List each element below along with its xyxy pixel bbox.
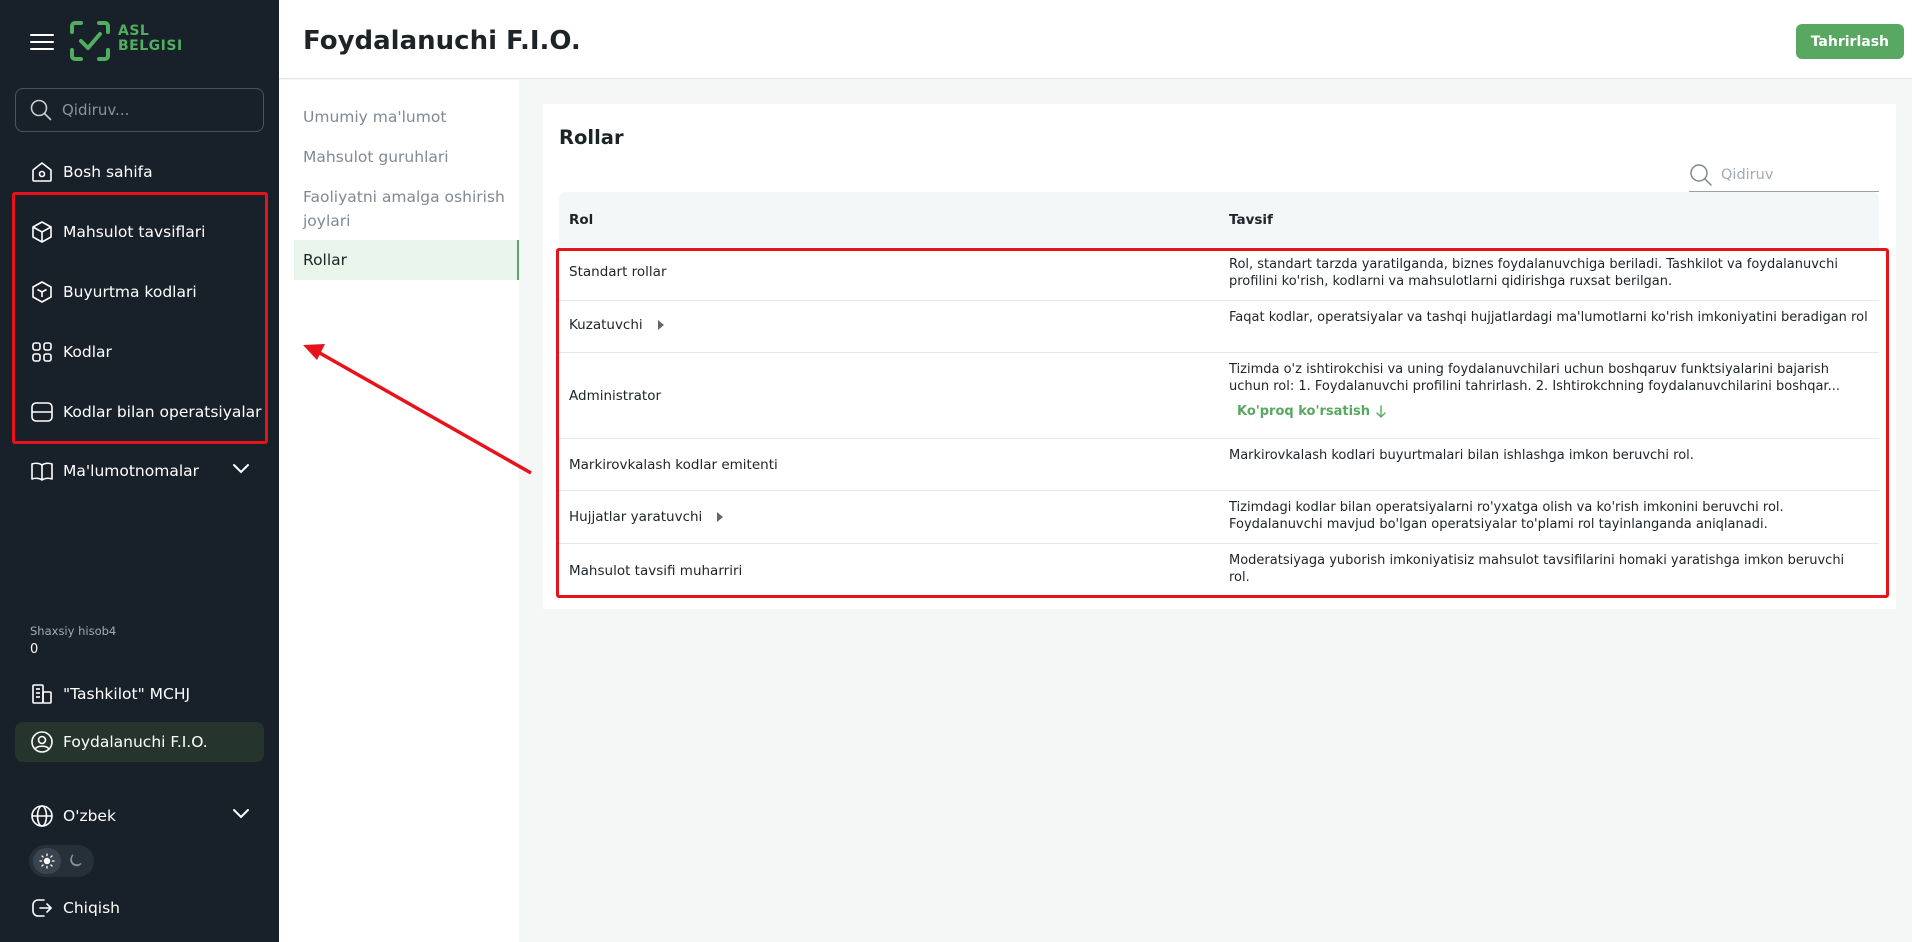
building-icon: [29, 681, 55, 707]
arrow-down-icon: [1376, 404, 1386, 418]
roles-search[interactable]: [1689, 158, 1879, 192]
sidebar-item-user[interactable]: Foydalanuchi F.I.O.: [15, 722, 264, 762]
table-row[interactable]: Markirovkalash kodlar emitenti Markirovk…: [559, 439, 1879, 491]
subnav-item-product-groups[interactable]: Mahsulot guruhlari: [294, 145, 519, 169]
theme-toggle[interactable]: [29, 845, 94, 877]
role-name: Kuzatuvchi: [569, 317, 665, 333]
profile-subnav: Umumiy ma'lumot Mahsulot guruhlari Faoli…: [279, 80, 519, 942]
edit-button[interactable]: Tahrirlash: [1795, 24, 1904, 59]
table-header: Rol Tavsif: [559, 192, 1879, 247]
role-name-text: Administrator: [569, 388, 662, 404]
sidebar-item-code-operations[interactable]: Kodlar bilan operatsiyalar: [15, 392, 264, 432]
qr-scan-icon: [29, 339, 55, 365]
sidebar-item-references[interactable]: Ma'lumotnomalar: [15, 451, 264, 491]
role-description: Markirovkalash kodlari buyurtmalari bila…: [1229, 448, 1694, 463]
table-row[interactable]: Kuzatuvchi Faqat kodlar, operatsiyalar v…: [559, 301, 1879, 353]
moon-icon[interactable]: [61, 848, 89, 874]
role-description: Tizimda o'z ishtirokchisi va uning foyda…: [1229, 361, 1869, 420]
role-description: Faqat kodlar, operatsiyalar va tashqi hu…: [1229, 310, 1868, 325]
sidebar-item-codes[interactable]: Kodlar: [15, 332, 264, 372]
show-more-label: Ko'proq ko'rsatish: [1237, 404, 1371, 419]
role-name: Administrator: [569, 388, 661, 404]
logout-label: Chiqish: [63, 899, 120, 917]
sidebar-item-label: "Tashkilot" MCHJ: [63, 685, 191, 703]
sidebar-item-product-descriptions[interactable]: Mahsulot tavsiflari: [15, 212, 264, 252]
logo: ASL BELGISI: [69, 20, 189, 66]
search-icon: [30, 99, 52, 121]
subnav-item-activity-places[interactable]: Faoliyatni amalga oshirish joylari: [294, 185, 519, 233]
role-description-text: Tizimda o'z ishtirokchisi va uning foyda…: [1229, 362, 1840, 394]
role-name-text: Standart rollar: [569, 264, 667, 280]
logo-line2: BELGISI: [118, 38, 183, 54]
table-row[interactable]: Hujjatlar yaratuvchi Tizimdagi kodlar bi…: [559, 491, 1879, 544]
caret-right-icon[interactable]: [657, 320, 665, 330]
table-row[interactable]: Administrator Tizimda o'z ishtirokchisi …: [559, 353, 1879, 439]
sidebar-item-label: Ma'lumotnomalar: [63, 462, 200, 480]
sidebar-search[interactable]: [15, 88, 264, 132]
role-description: Rol, standart tarzda yaratilganda, bizne…: [1229, 257, 1838, 289]
column-header-role: Rol: [569, 212, 594, 228]
role-name: Standart rollar: [569, 264, 667, 280]
sidebar-item-organization[interactable]: "Tashkilot" MCHJ: [15, 674, 264, 714]
operations-icon: [29, 399, 55, 425]
logo-line1: ASL: [118, 23, 150, 39]
account-value: 0: [30, 642, 39, 657]
show-more-link[interactable]: Ko'proq ko'rsatish: [1237, 403, 1387, 420]
sidebar-item-label: Buyurtma kodlari: [63, 283, 197, 301]
page-title: Foydalanuchi F.I.O.: [303, 26, 581, 56]
role-name: Hujjatlar yaratuvchi: [569, 509, 724, 525]
roles-card: Rollar Rol Tavsif Standart rollar Rol, s…: [543, 104, 1896, 609]
sidebar-item-order-codes[interactable]: Buyurtma kodlari: [15, 272, 264, 312]
language-selector[interactable]: O'zbek: [15, 796, 264, 836]
column-header-description: Tavsif: [1229, 212, 1273, 228]
sidebar-item-label: Mahsulot tavsiflari: [63, 223, 206, 241]
box-icon: [29, 219, 55, 245]
logo-mark-icon: [70, 21, 110, 61]
logout-button[interactable]: Chiqish: [15, 888, 264, 928]
language-label: O'zbek: [63, 807, 116, 825]
sidebar-item-label: Bosh sahifa: [63, 163, 153, 181]
subnav-item-roles[interactable]: Rollar: [294, 240, 519, 280]
subnav-item-general-info[interactable]: Umumiy ma'lumot: [294, 105, 519, 129]
role-name-text: Mahsulot tavsifi muharriri: [569, 563, 743, 579]
sun-icon[interactable]: [33, 848, 61, 874]
sidebar-item-label: Kodlar bilan operatsiyalar: [63, 403, 262, 421]
role-name-text: Hujjatlar yaratuvchi: [569, 509, 703, 525]
role-name: Mahsulot tavsifi muharriri: [569, 563, 742, 579]
chevron-down-icon[interactable]: [232, 463, 250, 475]
account-label: Shaxsiy hisob4: [30, 624, 117, 638]
sidebar-search-input[interactable]: [62, 101, 252, 119]
book-icon: [29, 458, 55, 484]
sidebar-item-label: Kodlar: [63, 343, 112, 361]
table-row[interactable]: Mahsulot tavsifi muharriri Moderatsiyaga…: [559, 544, 1879, 596]
chevron-down-icon[interactable]: [232, 808, 250, 820]
caret-right-icon[interactable]: [716, 512, 724, 522]
role-name: Markirovkalash kodlar emitenti: [569, 457, 778, 473]
globe-icon: [29, 803, 55, 829]
table-row[interactable]: Standart rollar Rol, standart tarzda yar…: [559, 248, 1879, 301]
sidebar-item-label: Foydalanuchi F.I.O.: [63, 733, 208, 751]
logo-text: ASL BELGISI: [118, 24, 183, 54]
role-name-text: Kuzatuvchi: [569, 317, 643, 333]
page-header: Foydalanuchi F.I.O. Tahrirlash: [279, 0, 1912, 79]
role-description: Tizimdagi kodlar bilan operatsiyalarni r…: [1229, 500, 1784, 532]
home-icon: [29, 159, 55, 185]
sidebar-item-home[interactable]: Bosh sahifa: [15, 152, 264, 192]
roles-search-input[interactable]: [1721, 166, 1871, 183]
sidebar: ASL BELGISI Bosh sahifa Mahsulot tavsifl…: [0, 0, 279, 942]
role-description: Moderatsiyaga yuborish imkoniyatisiz mah…: [1229, 553, 1845, 585]
order-box-icon: [29, 279, 55, 305]
search-icon: [1690, 163, 1712, 186]
user-circle-icon: [29, 729, 55, 755]
menu-icon[interactable]: [30, 34, 54, 52]
roles-title: Rollar: [559, 126, 624, 149]
logout-icon: [29, 895, 55, 921]
role-name-text: Markirovkalash kodlar emitenti: [569, 457, 778, 473]
